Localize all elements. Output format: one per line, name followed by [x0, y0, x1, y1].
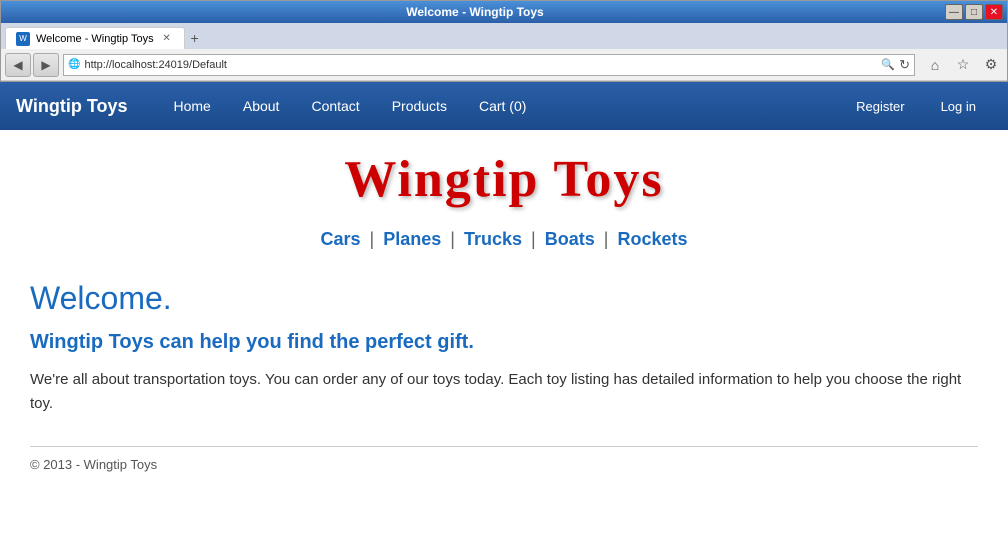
nav-home[interactable]: Home	[158, 82, 227, 130]
sep-4: |	[604, 229, 609, 249]
nav-links: Home About Contact Products Cart (0)	[158, 82, 841, 130]
sep-3: |	[531, 229, 536, 249]
footer-divider	[30, 446, 978, 447]
close-button[interactable]: ✕	[985, 4, 1003, 20]
category-trucks[interactable]: Trucks	[464, 229, 522, 249]
nav-products[interactable]: Products	[376, 82, 463, 130]
back-button[interactable]: ◀	[5, 53, 31, 77]
main-content: Wingtip Toys Cars | Planes | Trucks | Bo…	[0, 130, 1008, 530]
tab-label: Welcome - Wingtip Toys	[36, 33, 154, 45]
favorites-button[interactable]: ☆	[951, 54, 975, 76]
app-brand[interactable]: Wingtip Toys	[16, 96, 128, 117]
nav-login[interactable]: Log in	[925, 82, 992, 130]
address-icon: 🌐	[68, 59, 80, 70]
app-navbar: Wingtip Toys Home About Contact Products…	[0, 82, 1008, 130]
settings-button[interactable]: ⚙	[979, 54, 1003, 76]
maximize-button[interactable]: □	[965, 4, 983, 20]
search-icon: 🔍	[881, 58, 895, 71]
tab-close-button[interactable]: ✕	[160, 32, 174, 46]
nav-contact[interactable]: Contact	[295, 82, 375, 130]
title-bar-text: Welcome - Wingtip Toys	[5, 5, 945, 19]
category-boats[interactable]: Boats	[545, 229, 595, 249]
welcome-heading: Welcome.	[30, 280, 978, 317]
address-field[interactable]: 🌐 http://localhost:24019/Default 🔍 ↻	[63, 54, 915, 76]
welcome-text: We're all about transportation toys. You…	[30, 368, 978, 416]
site-title: Wingtip Toys	[30, 150, 978, 209]
nav-about[interactable]: About	[227, 82, 296, 130]
address-bar: ◀ ▶ 🌐 http://localhost:24019/Default 🔍 ↻…	[1, 49, 1007, 81]
forward-button[interactable]: ▶	[33, 53, 59, 77]
sep-2: |	[450, 229, 455, 249]
title-bar: Welcome - Wingtip Toys — □ ✕	[1, 1, 1007, 23]
address-text: http://localhost:24019/Default	[84, 59, 877, 71]
home-button[interactable]: ⌂	[923, 54, 947, 76]
minimize-button[interactable]: —	[945, 4, 963, 20]
nav-register[interactable]: Register	[840, 82, 920, 130]
welcome-subheading: Wingtip Toys can help you find the perfe…	[30, 331, 978, 354]
category-rockets[interactable]: Rockets	[617, 229, 687, 249]
nav-right: Register Log in	[840, 82, 992, 130]
category-planes[interactable]: Planes	[383, 229, 441, 249]
sep-1: |	[370, 229, 375, 249]
window-chrome: Welcome - Wingtip Toys — □ ✕ W Welcome -…	[0, 0, 1008, 82]
browser-tab[interactable]: W Welcome - Wingtip Toys ✕	[5, 27, 185, 49]
nav-cart[interactable]: Cart (0)	[463, 82, 542, 130]
refresh-button[interactable]: ↻	[899, 57, 910, 73]
category-cars[interactable]: Cars	[320, 229, 360, 249]
nav-buttons: ◀ ▶	[5, 53, 59, 77]
new-tab-button[interactable]: +	[185, 27, 205, 49]
title-bar-controls: — □ ✕	[945, 4, 1003, 20]
tab-favicon: W	[16, 32, 30, 46]
category-links: Cars | Planes | Trucks | Boats | Rockets	[30, 229, 978, 250]
footer-text: © 2013 - Wingtip Toys	[30, 457, 978, 472]
